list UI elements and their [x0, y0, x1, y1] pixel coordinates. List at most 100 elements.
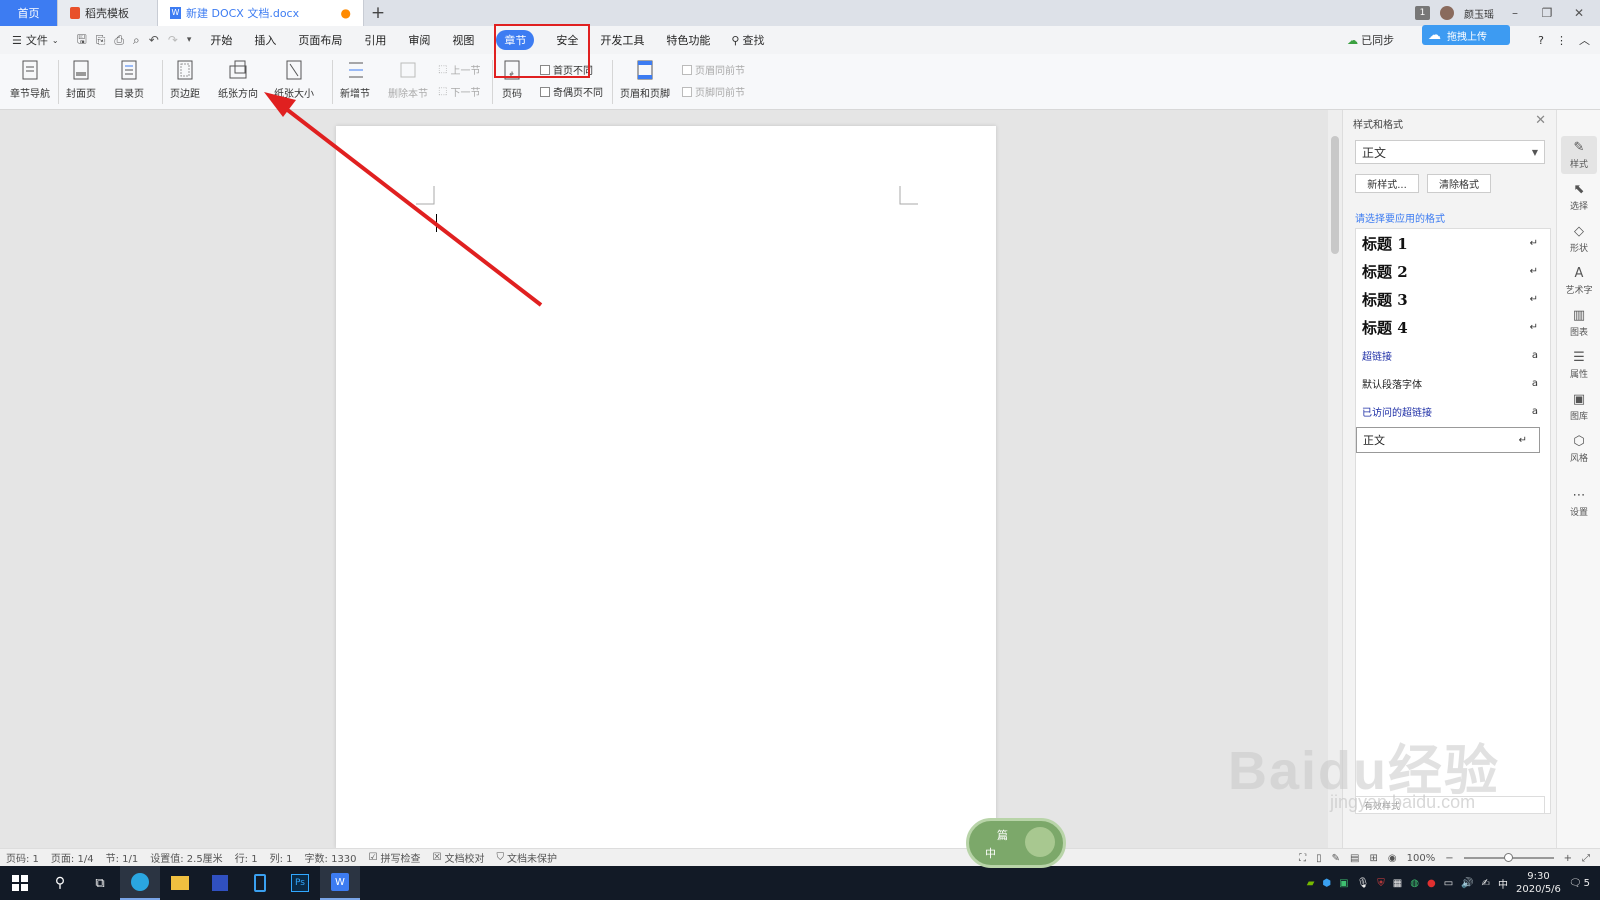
network-icon[interactable]: ▭	[1444, 878, 1453, 889]
cover-page-button[interactable]: 封面页	[66, 58, 96, 100]
new-tab-button[interactable]: +	[364, 0, 392, 26]
sync-status[interactable]: ☁ 已同步	[1347, 32, 1394, 48]
tool-chart[interactable]: ▥ 图表	[1561, 308, 1597, 338]
zoom-slider-handle[interactable]	[1503, 853, 1513, 862]
tab-home[interactable]: 首页	[0, 0, 58, 26]
record-tray-icon[interactable]: ●	[1427, 878, 1436, 889]
status-row[interactable]: 行: 1	[229, 850, 264, 865]
eye-protect-icon[interactable]: ◉	[1388, 853, 1397, 864]
tool-properties[interactable]: ☰ 属性	[1561, 350, 1597, 380]
page-view-icon[interactable]: ▤	[1350, 853, 1359, 864]
wps-writer-icon[interactable]: W	[320, 866, 360, 900]
tool-settings[interactable]: ⋯ 设置	[1561, 488, 1597, 518]
menu-developer[interactable]: 开发工具	[589, 26, 655, 54]
tool-gallery[interactable]: ▣ 图库	[1561, 392, 1597, 422]
delete-section-button[interactable]: 删除本节	[388, 58, 428, 100]
header-footer-button[interactable]: 页眉和页脚	[620, 58, 670, 100]
mind-app-icon[interactable]	[200, 866, 240, 900]
edit-mode-icon[interactable]: ✎	[1332, 853, 1340, 864]
cloud-upload-button[interactable]: ☁ 拖拽上传	[1422, 25, 1510, 45]
menu-layout[interactable]: 页面布局	[287, 26, 353, 54]
wechat-tray-icon[interactable]: ◍	[1410, 878, 1419, 889]
clear-format-button[interactable]: 清除格式	[1427, 174, 1491, 193]
odd-even-different-checkbox[interactable]: 奇偶页不同	[540, 84, 603, 99]
status-col[interactable]: 列: 1	[264, 850, 299, 865]
status-section[interactable]: 节: 1/1	[100, 850, 145, 865]
protect-button[interactable]: ⛉ 文档未保护	[490, 850, 563, 865]
status-setting[interactable]: 设置值: 2.5厘米	[144, 850, 228, 865]
tool-theme[interactable]: ⬡ 风格	[1561, 434, 1597, 464]
undo-icon[interactable]: ↶	[149, 33, 159, 47]
photoshop-icon[interactable]: Ps	[280, 866, 320, 900]
tool-shapes[interactable]: ◇ 形状	[1561, 224, 1597, 254]
status-pages[interactable]: 页面: 1/4	[45, 850, 100, 865]
web-view-icon[interactable]: ⊞	[1370, 853, 1378, 864]
new-section-button[interactable]: 新增节	[340, 58, 370, 100]
print-preview-icon[interactable]: ⌕	[133, 33, 140, 48]
file-explorer-icon[interactable]	[160, 866, 200, 900]
window-count-badge[interactable]: 1	[1415, 6, 1430, 20]
phone-app-icon[interactable]	[240, 866, 280, 900]
tab-document[interactable]: W 新建 DOCX 文档.docx ●	[158, 0, 364, 26]
style-visited-hyperlink[interactable]: 已访问的超链接 a	[1356, 397, 1550, 425]
prev-section-button[interactable]: ⬚ 上一节	[438, 62, 480, 77]
mic-icon[interactable]: 🎙	[1357, 878, 1370, 889]
style-heading-4[interactable]: 标题 4 ↵	[1356, 313, 1550, 341]
style-hyperlink[interactable]: 超链接 a	[1356, 341, 1550, 369]
fullscreen-icon[interactable]: ⛶	[1299, 853, 1306, 864]
document-canvas[interactable]	[0, 110, 1334, 848]
tab-template[interactable]: 稻壳模板	[58, 0, 158, 26]
task-view-icon[interactable]: ⧉	[80, 866, 120, 900]
zoom-in-icon[interactable]: +	[1564, 853, 1572, 864]
menu-references[interactable]: 引用	[353, 26, 397, 54]
new-style-button[interactable]: 新样式...	[1355, 174, 1419, 193]
menu-view[interactable]: 视图	[441, 26, 485, 54]
notification-center[interactable]: 🗨 5	[1569, 878, 1590, 889]
spell-check-button[interactable]: ☑ 拼写检查	[363, 850, 427, 865]
print-icon[interactable]: ⎙	[114, 33, 124, 48]
close-icon[interactable]: ✕	[1535, 113, 1546, 128]
restore-icon[interactable]: ❐	[1536, 6, 1558, 20]
user-name[interactable]: 颜玉瑶	[1464, 6, 1494, 21]
taskbar-search-icon[interactable]: ⚲	[40, 866, 80, 900]
nvidia-icon[interactable]: ▰	[1307, 878, 1315, 889]
minimize-icon[interactable]: –	[1504, 6, 1526, 20]
scrollbar-thumb[interactable]	[1331, 136, 1339, 254]
menu-features[interactable]: 特色功能	[655, 26, 721, 54]
next-section-button[interactable]: ⬚ 下一节	[438, 84, 480, 99]
help-icon[interactable]: ?	[1538, 34, 1544, 47]
menu-insert[interactable]: 插入	[243, 26, 287, 54]
save-icon[interactable]: 🖫	[77, 30, 87, 51]
current-style-select[interactable]: 正文 ▼	[1355, 140, 1545, 164]
margins-button[interactable]: 页边距	[170, 58, 200, 100]
menu-review[interactable]: 审阅	[397, 26, 441, 54]
volume-icon[interactable]: 🔊	[1461, 878, 1473, 889]
format-painter-icon[interactable]: ⎘	[96, 33, 106, 48]
style-heading-3[interactable]: 标题 3 ↵	[1356, 285, 1550, 313]
floating-ime-widget[interactable]: 篇 中	[966, 818, 1066, 868]
menu-start[interactable]: 开始	[199, 26, 243, 54]
security-tray-icon[interactable]: ⛨	[1377, 878, 1385, 889]
app-tray-icon[interactable]: ▣	[1339, 878, 1348, 889]
windows-start-icon[interactable]	[0, 866, 40, 900]
ime-indicator[interactable]: 中	[1498, 876, 1508, 891]
proofread-button[interactable]: ☒ 文档校对	[427, 850, 491, 865]
zoom-slider[interactable]	[1463, 853, 1554, 862]
read-mode-icon[interactable]: ▯	[1316, 853, 1322, 864]
collapse-ribbon-icon[interactable]: ︿	[1579, 32, 1590, 48]
more-icon[interactable]: ⋮	[1556, 34, 1567, 47]
style-heading-1[interactable]: 标题 1 ↵	[1356, 229, 1550, 257]
avatar[interactable]	[1440, 6, 1454, 20]
fit-icon[interactable]: ⤢	[1582, 853, 1590, 864]
ime-tray-icon[interactable]: ▦	[1393, 878, 1402, 889]
file-menu[interactable]: ☰ 文件 ⌄	[0, 26, 69, 54]
zoom-out-icon[interactable]: −	[1445, 853, 1453, 864]
clock[interactable]: 9:30 2020/5/6	[1516, 870, 1561, 896]
shield-tray-icon[interactable]: ⬢	[1322, 878, 1331, 889]
customize-icon[interactable]: ▾	[187, 35, 192, 45]
style-default-paragraph-font[interactable]: 默认段落字体 a	[1356, 369, 1550, 397]
style-heading-2[interactable]: 标题 2 ↵	[1356, 257, 1550, 285]
orientation-button[interactable]: 纸张方向	[218, 58, 258, 100]
browser-app-icon[interactable]	[120, 866, 160, 900]
header-same-prev-checkbox[interactable]: 页眉同前节	[682, 62, 745, 77]
